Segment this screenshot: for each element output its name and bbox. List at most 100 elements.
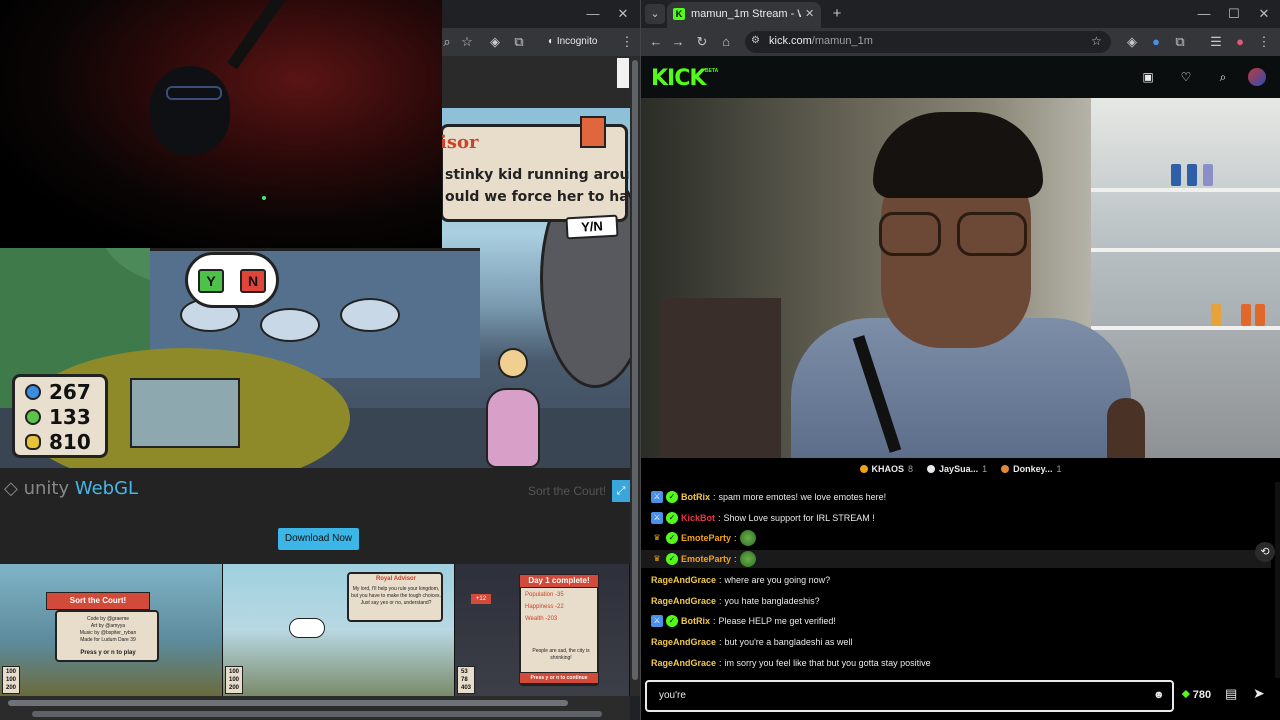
webcam-glasses	[166, 86, 222, 100]
points-icon: ⬥	[1182, 688, 1190, 700]
heart-icon[interactable]: ♡	[1177, 68, 1195, 86]
yn-prompt-tag: Y/N	[565, 214, 619, 240]
chat-username[interactable]: RageAndGrace	[651, 637, 716, 647]
thumb3-population: Population -35	[525, 592, 564, 598]
chat-username[interactable]: RageAndGrace	[651, 575, 716, 585]
thumb3-cta: Press y or n to continue	[519, 672, 599, 684]
thumb1-stat-3: 200	[6, 685, 17, 691]
page-scrollbar-thumb[interactable]	[617, 58, 629, 88]
extensions-icon[interactable]: ⧉	[1169, 28, 1191, 56]
search-icon[interactable]: ⌕	[1214, 68, 1232, 86]
pin-icon[interactable]: ⟲	[1255, 542, 1275, 562]
tab-close-icon[interactable]: ✕	[805, 7, 819, 20]
maximize-button[interactable]: ☐	[1219, 0, 1249, 28]
download-button[interactable]: Download Now	[278, 528, 359, 550]
chat-messages: ⚔ ✓ BotRix: spam more emotes! we love emote…	[641, 482, 1271, 678]
wealth-stat: 810	[25, 430, 91, 454]
yes-key[interactable]: Y	[198, 269, 224, 293]
new-tab-button[interactable]: +	[827, 4, 847, 24]
store-icon[interactable]: ▣	[1139, 68, 1157, 86]
princess-head	[498, 348, 528, 378]
chat-message[interactable]: ♛ ✓ EmoteParty:	[641, 550, 1271, 569]
chat-message[interactable]: ⚔ ✓ BotRix: Please HELP me get verified!	[651, 612, 1251, 630]
chat-username[interactable]: KickBot	[681, 513, 715, 523]
chat-input[interactable]: you're ☻	[645, 680, 1174, 712]
inner-horizontal-scrollbar-thumb[interactable]	[8, 700, 568, 706]
gifter-badge-icon	[927, 465, 936, 473]
address-bar[interactable]: ⚙ kick.com/mamun_1m ☆	[745, 31, 1111, 53]
chat-message[interactable]: ⚔ ✓ BotRix: spam more emotes! we love emote…	[651, 488, 1251, 506]
star-icon[interactable]: ☆	[456, 28, 478, 56]
channel-points[interactable]: ⬥ 780	[1182, 688, 1211, 701]
screenshot-thumb-1[interactable]: Sort the Court! Code by @graeme Art by @…	[0, 564, 223, 696]
reading-list-icon[interactable]: ☰	[1205, 28, 1227, 56]
moderator-badge-icon: ⚔	[651, 511, 663, 524]
chat-message[interactable]: RageAndGrace: you hate bangladeshis?	[651, 592, 1251, 610]
population-icon	[25, 384, 41, 400]
stream-video[interactable]	[641, 98, 1280, 458]
menu-icon[interactable]: ⋮	[616, 28, 638, 56]
chat-username[interactable]: RageAndGrace	[651, 596, 716, 606]
chat-text: but you're a bangladeshi as well	[724, 636, 853, 647]
maximize-button[interactable]	[579, 0, 609, 28]
no-key[interactable]: N	[240, 269, 266, 293]
extension-shield-icon[interactable]: ◈	[484, 28, 506, 56]
thumb2-yn-bubble	[289, 618, 325, 638]
chat-message[interactable]: ♛ ✓ EmoteParty:	[651, 529, 1251, 547]
menu-icon[interactable]: ⋮	[1253, 28, 1275, 56]
star-icon[interactable]: ☆	[1091, 34, 1102, 48]
user-avatar[interactable]	[1248, 68, 1266, 86]
chat-message[interactable]: RageAndGrace: where are you going now?	[651, 571, 1251, 589]
minimize-button[interactable]: —	[1189, 0, 1219, 28]
kick-header: KICK BETA ▣ ♡ ⌕	[641, 56, 1280, 98]
screenshot-thumb-3[interactable]: +12 Day 1 complete! Population -35 Happi…	[455, 564, 630, 696]
thumb1-cta: Press y or n to play	[80, 650, 136, 656]
right-toolbar: ← → ↻ ⌂ ⚙ kick.com/mamun_1m ☆ ◈ ● ⧉ ☰ ● …	[641, 28, 1280, 56]
active-tab[interactable]: K mamun_1m Stream - Watch ✕	[667, 2, 821, 28]
reload-icon[interactable]: ↻	[691, 28, 713, 56]
profile-avatar-icon[interactable]: ●	[1229, 28, 1251, 56]
back-icon[interactable]: ←	[645, 28, 667, 56]
webcam-overlay	[0, 0, 442, 248]
game-title-label: Sort the Court!	[528, 484, 607, 498]
send-icon[interactable]: ➤	[1253, 685, 1265, 702]
chat-colon: :	[719, 636, 722, 647]
leaderboard-item[interactable]: JaySua... 1	[927, 464, 987, 474]
tab-search-button[interactable]: ⌄	[645, 4, 665, 24]
forward-icon[interactable]: →	[667, 28, 689, 56]
stairs	[130, 378, 240, 448]
thumb1-card: Code by @graeme Art by @amyya Music by @…	[55, 610, 159, 662]
chat-username[interactable]: BotRix	[681, 616, 710, 626]
horizontal-scrollbar-thumb[interactable]	[32, 711, 602, 717]
chat-username[interactable]: EmoteParty	[681, 554, 731, 564]
kick-logo[interactable]: KICK	[651, 66, 706, 91]
chat-message[interactable]: ⚔ ✓ KickBot: Show Love support for IRL STRE…	[651, 509, 1251, 527]
close-button[interactable]: ✕	[608, 0, 638, 28]
thumb3-happiness: Happiness -22	[525, 604, 564, 610]
unity-webgl-logo: ◇ unity WebGL	[4, 478, 138, 499]
site-info-icon[interactable]: ⚙	[751, 35, 760, 46]
chat-username[interactable]: RageAndGrace	[651, 658, 716, 668]
extension-blue-icon[interactable]: ●	[1145, 28, 1167, 56]
extension-shield-icon[interactable]: ◈	[1121, 28, 1143, 56]
vertical-scrollbar-thumb[interactable]	[632, 60, 638, 680]
incognito-badge[interactable]: ◐ Incognito	[548, 33, 610, 51]
screenshot-thumb-2[interactable]: Royal Advisor My lord, I'll help you rul…	[223, 564, 455, 696]
video-person-hair	[873, 112, 1043, 198]
chat-username[interactable]: EmoteParty	[681, 533, 731, 543]
fullscreen-button[interactable]: ⤢	[612, 480, 630, 502]
extensions-icon[interactable]: ⧉	[508, 28, 530, 56]
emoji-icon[interactable]: ☻	[1153, 689, 1165, 701]
chat-username[interactable]: BotRix	[681, 492, 710, 502]
chat-message[interactable]: RageAndGrace: but you're a bangladeshi as…	[651, 633, 1251, 651]
incognito-label: Incognito	[556, 36, 598, 47]
happiness-icon	[25, 409, 41, 425]
chat-scrollbar[interactable]	[1275, 482, 1280, 678]
leaderboard-item[interactable]: Donkey... 1	[1001, 464, 1061, 474]
chat-colon: :	[718, 512, 721, 523]
chat-message[interactable]: RageAndGrace: im sorry you feel like that…	[651, 654, 1251, 672]
home-icon[interactable]: ⌂	[715, 28, 737, 56]
leaderboard-item[interactable]: KHAOS 8	[859, 464, 913, 474]
close-button[interactable]: ✕	[1249, 0, 1279, 28]
gift-icon[interactable]: ▤	[1225, 686, 1237, 702]
